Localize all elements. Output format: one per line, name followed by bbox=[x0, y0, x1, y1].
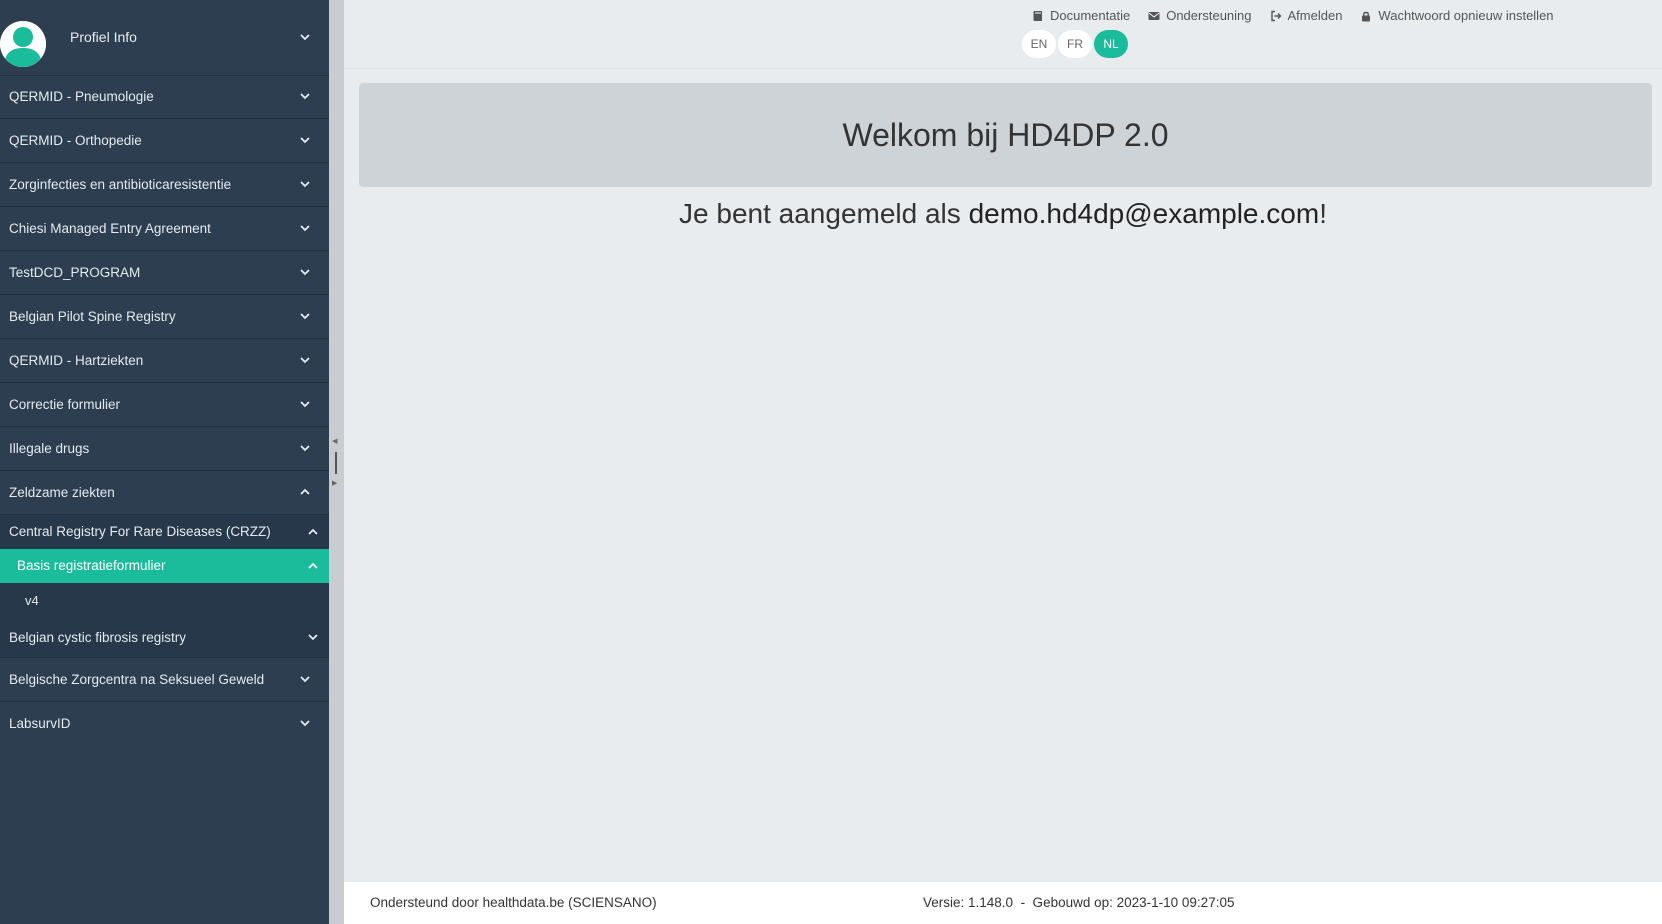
support-label: Ondersteuning bbox=[1166, 8, 1252, 23]
user-icon bbox=[0, 21, 46, 67]
sidebar-item-label: Chiesi Managed Entry Agreement bbox=[9, 221, 211, 236]
language-switcher: EN FR NL bbox=[1022, 30, 1128, 58]
documentation-label: Documentatie bbox=[1050, 8, 1131, 23]
logged-in-user: demo.hd4dp@example.com bbox=[968, 198, 1320, 229]
logged-in-prefix: Je bent aangemeld als bbox=[679, 198, 969, 229]
chevron-down-icon bbox=[299, 266, 311, 278]
sidebar-item-zeldzame-ziekten[interactable]: Zeldzame ziekten bbox=[0, 471, 329, 515]
chevron-up-icon bbox=[307, 526, 319, 538]
lang-fr-button[interactable]: FR bbox=[1058, 30, 1092, 58]
avatar bbox=[0, 21, 46, 67]
sidebar-item-correctie-formulier[interactable]: Correctie formulier bbox=[0, 383, 329, 427]
resize-grip[interactable] bbox=[335, 452, 337, 474]
lock-icon bbox=[1362, 11, 1371, 21]
sidebar-item-qermid-pneumologie[interactable]: QERMID - Pneumologie bbox=[0, 75, 329, 119]
sidebar-item-belgian-pilot-spine[interactable]: Belgian Pilot Spine Registry bbox=[0, 295, 329, 339]
sidebar-item-chiesi[interactable]: Chiesi Managed Entry Agreement bbox=[0, 207, 329, 251]
sidebar-item-label: Correctie formulier bbox=[9, 397, 121, 412]
documentation-link[interactable]: Documentatie bbox=[1032, 8, 1130, 23]
chevron-down-icon bbox=[299, 90, 311, 102]
sidebar-item-label: Belgische Zorgcentra na Seksueel Geweld bbox=[9, 672, 265, 687]
version-info: Versie: 1.148.0 - Gebouwd op: 2023-1-10 … bbox=[923, 895, 1235, 910]
sidebar-item-label: QERMID - Pneumologie bbox=[9, 89, 154, 104]
top-bar: Documentatie Ondersteuning Afmelden Wach… bbox=[344, 0, 1662, 69]
sidebar-item-label: Illegale drugs bbox=[9, 441, 90, 456]
chevron-down-icon bbox=[299, 134, 311, 146]
chevron-down-icon[interactable] bbox=[299, 31, 311, 43]
sidebar-item-qermid-orthopedie[interactable]: QERMID - Orthopedie bbox=[0, 119, 329, 163]
sidebar-item-testdcd[interactable]: TestDCD_PROGRAM bbox=[0, 251, 329, 295]
reset-password-link[interactable]: Wachtwoord opnieuw instellen bbox=[1360, 8, 1554, 23]
footer: Ondersteund door healthdata.be (SCIENSAN… bbox=[344, 882, 1662, 924]
sidebar-item-qermid-hartziekten[interactable]: QERMID - Hartziekten bbox=[0, 339, 329, 383]
sidebar-item-illegale-drugs[interactable]: Illegale drugs bbox=[0, 427, 329, 471]
sidebar-item-label: QERMID - Hartziekten bbox=[9, 353, 144, 368]
top-links: Documentatie Ondersteuning Afmelden Wach… bbox=[1032, 8, 1554, 23]
logged-in-suffix: ! bbox=[1319, 198, 1327, 229]
sidebar-item-zorginfecties[interactable]: Zorginfecties en antibioticaresistentie bbox=[0, 163, 329, 207]
book-icon bbox=[1033, 10, 1042, 21]
sidebar-item-label: Zorginfecties en antibioticaresistentie bbox=[9, 177, 232, 192]
main-content: Documentatie Ondersteuning Afmelden Wach… bbox=[344, 0, 1662, 924]
chevron-down-icon bbox=[299, 398, 311, 410]
sidebar-item-labsurvid[interactable]: LabsurvID bbox=[0, 702, 329, 745]
logout-link[interactable]: Afmelden bbox=[1270, 8, 1343, 23]
sidebar-item-label: TestDCD_PROGRAM bbox=[9, 265, 141, 280]
sidebar-item-label: LabsurvID bbox=[9, 716, 71, 731]
chevron-down-icon bbox=[299, 354, 311, 366]
sidebar-item-label: Central Registry For Rare Diseases (CRZZ… bbox=[9, 524, 271, 539]
logged-in-message: Je bent aangemeld als demo.hd4dp@example… bbox=[344, 198, 1662, 230]
sidebar-item-label: v4 bbox=[25, 593, 39, 608]
sidebar-item-label: QERMID - Orthopedie bbox=[9, 133, 142, 148]
sidebar-leaf-v4[interactable]: v4 bbox=[0, 583, 329, 618]
reset-password-label: Wachtwoord opnieuw instellen bbox=[1378, 8, 1554, 23]
lang-nl-button[interactable]: NL bbox=[1094, 30, 1128, 58]
sidebar-item-zorgcentra-seksueel-geweld[interactable]: Belgische Zorgcentra na Seksueel Geweld bbox=[0, 658, 329, 702]
chevron-down-icon bbox=[307, 631, 319, 643]
sidebar-item-label: Belgian Pilot Spine Registry bbox=[9, 309, 176, 324]
sidebar-menu: QERMID - Pneumologie QERMID - Orthopedie… bbox=[0, 75, 329, 745]
logout-label: Afmelden bbox=[1287, 8, 1343, 23]
chevron-down-icon bbox=[299, 717, 311, 729]
sign-out-icon bbox=[1270, 10, 1281, 21]
sidebar-subitem-crzz[interactable]: Central Registry For Rare Diseases (CRZZ… bbox=[0, 515, 329, 549]
chevron-down-icon bbox=[299, 673, 311, 685]
expand-arrow-icon[interactable]: ▶ bbox=[332, 479, 337, 487]
support-link[interactable]: Ondersteuning bbox=[1148, 8, 1252, 23]
sidebar-item-label: Zeldzame ziekten bbox=[9, 485, 115, 500]
sidebar-item-label: Belgian cystic fibrosis registry bbox=[9, 630, 187, 645]
profile-label: Profiel Info bbox=[70, 29, 137, 45]
sidebar-resize-handle[interactable]: ◀ ▶ bbox=[329, 0, 344, 924]
envelope-icon bbox=[1148, 11, 1160, 20]
sidebar-item-label: Basis registratieformulier bbox=[17, 558, 166, 573]
chevron-down-icon bbox=[299, 442, 311, 454]
lang-en-button[interactable]: EN bbox=[1022, 30, 1056, 58]
sidebar-item-cystic-fibrosis[interactable]: Belgian cystic fibrosis registry bbox=[0, 618, 329, 658]
chevron-down-icon bbox=[299, 222, 311, 234]
chevron-down-icon bbox=[299, 310, 311, 322]
chevron-up-icon bbox=[307, 560, 319, 572]
collapse-arrow-icon[interactable]: ◀ bbox=[332, 437, 337, 445]
chevron-up-icon bbox=[299, 486, 311, 498]
sidebar-subitem-basis-registratieformulier[interactable]: Basis registratieformulier bbox=[0, 549, 329, 583]
profile-info[interactable]: Profiel Info bbox=[0, 0, 329, 76]
sidebar: Profiel Info QERMID - Pneumologie QERMID… bbox=[0, 0, 329, 924]
supported-by: Ondersteund door healthdata.be (SCIENSAN… bbox=[370, 895, 657, 910]
welcome-banner: Welkom bij HD4DP 2.0 bbox=[359, 83, 1652, 187]
chevron-down-icon bbox=[299, 178, 311, 190]
